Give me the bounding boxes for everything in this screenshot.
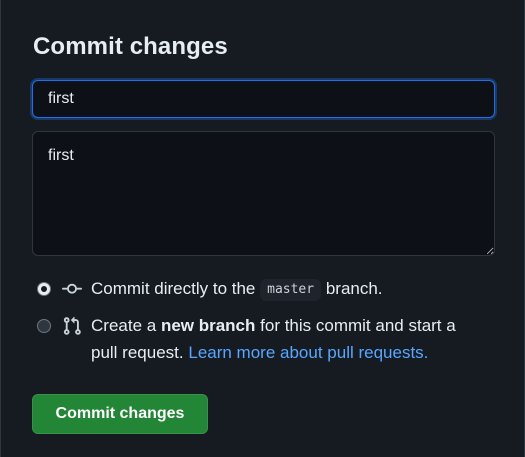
git-commit-icon bbox=[62, 283, 82, 294]
new-branch-bold: new branch bbox=[160, 316, 256, 335]
commit-changes-button[interactable]: Commit changes bbox=[32, 394, 208, 434]
commit-dialog: Commit changes first Commit directly to … bbox=[0, 0, 525, 457]
commit-summary-input[interactable] bbox=[32, 80, 495, 118]
commit-direct-radio[interactable] bbox=[37, 282, 51, 296]
commit-direct-option[interactable]: Commit directly to the master branch. bbox=[37, 275, 383, 302]
branch-name-badge: master bbox=[260, 279, 322, 301]
new-branch-label: Create a new branch for this commit and … bbox=[91, 312, 477, 366]
commit-direct-prefix: Commit directly to the bbox=[91, 279, 256, 298]
new-branch-prefix: Create a bbox=[91, 316, 157, 335]
commit-description-input[interactable]: first bbox=[32, 131, 495, 256]
new-branch-radio[interactable] bbox=[37, 319, 51, 333]
commit-direct-label: Commit directly to the master branch. bbox=[91, 275, 383, 302]
commit-direct-suffix: branch. bbox=[325, 279, 383, 298]
learn-more-pull-requests-link[interactable]: Learn more about pull requests. bbox=[188, 343, 428, 362]
new-branch-option[interactable]: Create a new branch for this commit and … bbox=[37, 312, 477, 366]
dialog-title: Commit changes bbox=[33, 33, 228, 60]
git-pull-request-icon bbox=[63, 316, 81, 335]
